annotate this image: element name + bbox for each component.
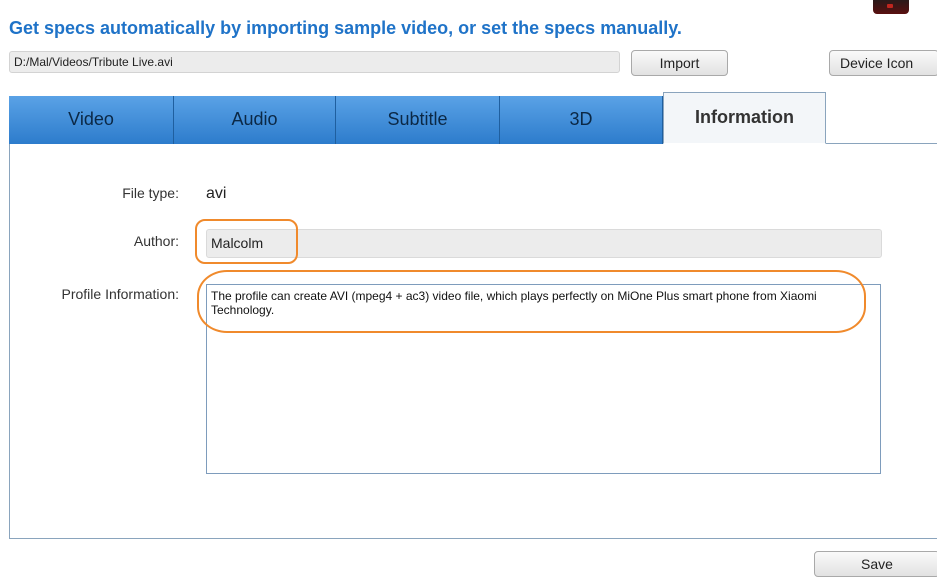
save-button[interactable]: Save — [814, 551, 937, 577]
tab-3d[interactable]: 3D — [500, 96, 663, 144]
device-icon-button[interactable]: Device Icon — [829, 50, 937, 76]
tab-subtitle[interactable]: Subtitle — [336, 96, 500, 144]
author-label: Author: — [133, 233, 179, 249]
spec-tabs: Video Audio Subtitle 3D Information — [9, 92, 826, 144]
import-button[interactable]: Import — [631, 50, 728, 76]
file-type-value: avi — [206, 185, 227, 202]
profile-highlight-annotation — [197, 270, 866, 333]
tab-audio[interactable]: Audio — [174, 96, 336, 144]
tab-video[interactable]: Video — [9, 96, 174, 144]
device-thumbnail-icon — [873, 0, 909, 14]
page-title: Get specs automatically by importing sam… — [9, 18, 682, 38]
author-input[interactable]: Malcolm — [206, 229, 882, 258]
author-highlight-annotation — [195, 219, 298, 264]
sample-video-path-field[interactable]: D:/Mal/Videos/Tribute Live.avi — [9, 51, 620, 73]
profile-information-label: Profile Information: — [61, 286, 180, 302]
tab-information[interactable]: Information — [663, 92, 826, 144]
file-type-label: File type: — [122, 185, 179, 201]
